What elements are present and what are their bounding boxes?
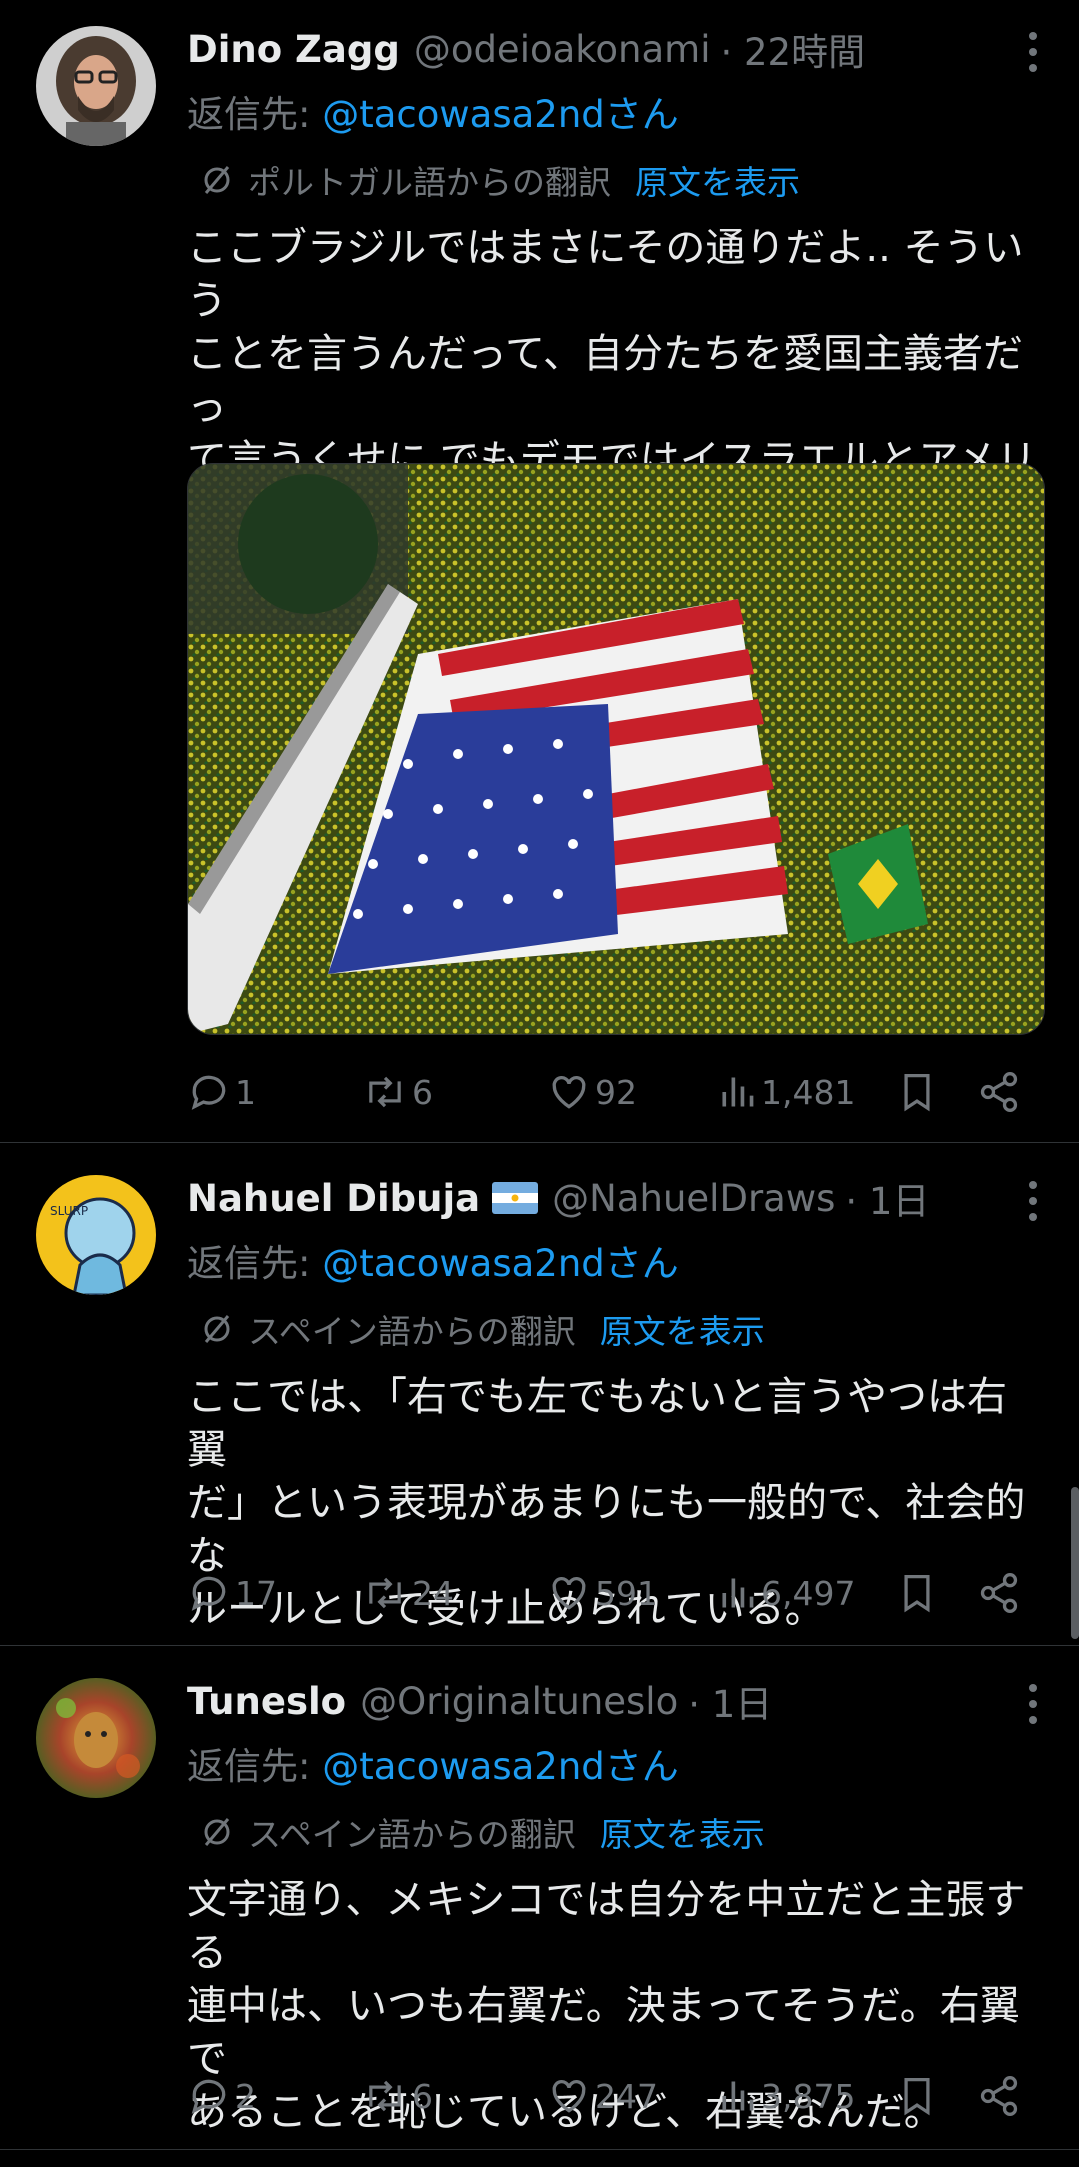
share-icon <box>980 2076 1018 2116</box>
repost-count: 24 <box>412 1573 454 1613</box>
translation-bar: スペイン語からの翻訳 原文を表示 <box>200 1305 765 1353</box>
share-button[interactable] <box>977 1067 1025 1117</box>
display-name[interactable]: Dino Zagg <box>187 28 400 71</box>
views-icon <box>722 2081 754 2111</box>
timestamp[interactable]: · 1日 <box>845 1171 929 1225</box>
bookmark-icon <box>904 2078 930 2116</box>
show-original-link[interactable]: 原文を表示 <box>600 1808 765 1856</box>
more-icon[interactable] <box>1029 1684 1041 1724</box>
tweet-header: Tuneslo @Originaltuneslo · 1日 <box>187 1674 772 1728</box>
show-original-link[interactable]: 原文を表示 <box>600 1305 765 1353</box>
translate-icon <box>204 1315 230 1343</box>
svg-text:SLURP: SLURP <box>50 1204 88 1218</box>
reply-button[interactable]: 2 <box>187 2071 256 2121</box>
translation-bar: ポルトガル語からの翻訳 原文を表示 <box>200 156 800 204</box>
translate-icon <box>204 166 230 194</box>
reply-to-link[interactable]: @tacowasa2ndさん <box>322 93 679 136</box>
reply-icon <box>191 2079 226 2114</box>
views-button[interactable]: 3,875 <box>717 2071 855 2121</box>
tweet-header: Nahuel Dibuja @NahuelDraws · 1日 <box>187 1171 929 1225</box>
tweet-1[interactable]: Dino Zagg @odeioakonami · 22時間 返信先: @tac… <box>0 0 1079 1143</box>
timestamp[interactable]: · 22時間 <box>720 22 865 76</box>
views-button[interactable]: 6,497 <box>717 1568 855 1618</box>
reply-count: 2 <box>235 2076 256 2116</box>
like-button[interactable]: 591 <box>547 1568 658 1618</box>
translation-bar: スペイン語からの翻訳 原文を表示 <box>200 1808 765 1856</box>
reply-prefix: 返信先: <box>187 1745 323 1788</box>
reply-button[interactable]: 17 <box>187 1568 277 1618</box>
reply-context: 返信先: @tacowasa2ndさん <box>187 84 679 138</box>
reply-button[interactable]: 1 <box>187 1067 256 1117</box>
display-name[interactable]: Nahuel Dibuja <box>187 1177 480 1220</box>
bookmark-icon <box>904 1074 930 1112</box>
bookmark-button[interactable] <box>897 1067 941 1117</box>
like-icon <box>552 1577 586 1610</box>
avatar[interactable] <box>36 26 156 146</box>
like-button[interactable]: 247 <box>547 2071 658 2121</box>
show-original-link[interactable]: 原文を表示 <box>635 156 800 204</box>
share-icon <box>980 1573 1018 1613</box>
like-count: 92 <box>595 1072 637 1112</box>
views-count: 1,481 <box>761 1072 856 1112</box>
action-bar: 17 24 591 6,497 <box>187 1568 1037 1618</box>
tweet-header: Dino Zagg @odeioakonami · 22時間 <box>187 22 865 76</box>
like-count: 247 <box>595 2076 658 2116</box>
action-bar: 2 6 247 3,875 <box>187 2071 1037 2121</box>
translation-label: スペイン語からの翻訳 <box>248 1815 576 1854</box>
timestamp[interactable]: · 1日 <box>688 1674 772 1728</box>
reply-context: 返信先: @tacowasa2ndさん <box>187 1233 679 1287</box>
views-icon <box>722 1578 754 1608</box>
like-icon <box>552 1076 586 1109</box>
reply-to-link[interactable]: @tacowasa2ndさん <box>322 1242 679 1285</box>
bookmark-button[interactable] <box>897 1568 941 1618</box>
avatar[interactable] <box>36 1678 156 1798</box>
share-button[interactable] <box>977 2071 1025 2121</box>
share-button[interactable] <box>977 1568 1025 1618</box>
repost-icon <box>369 1577 401 1609</box>
reply-prefix: 返信先: <box>187 1242 323 1285</box>
repost-button[interactable]: 6 <box>362 1067 433 1117</box>
like-button[interactable]: 92 <box>547 1067 637 1117</box>
repost-count: 6 <box>412 1072 433 1112</box>
bookmark-button[interactable] <box>897 2071 941 2121</box>
handle[interactable]: @odeioakonami <box>414 28 711 71</box>
share-icon <box>980 1072 1018 1112</box>
action-bar: 1 6 92 1,481 <box>187 1067 1037 1117</box>
views-icon <box>722 1077 754 1107</box>
bookmark-icon <box>904 1575 930 1613</box>
more-icon[interactable] <box>1029 32 1041 72</box>
reply-icon <box>191 1576 226 1611</box>
reply-prefix: 返信先: <box>187 93 323 136</box>
scrollbar[interactable] <box>1071 1487 1079 1639</box>
repost-button[interactable]: 6 <box>362 2071 433 2121</box>
repost-button[interactable]: 24 <box>362 1568 454 1618</box>
repost-icon <box>369 1076 401 1108</box>
translation-label: ポルトガル語からの翻訳 <box>248 163 611 202</box>
avatar[interactable]: SLURP <box>36 1175 156 1295</box>
repost-count: 6 <box>412 2076 433 2116</box>
repost-icon <box>369 2080 401 2112</box>
reply-count: 17 <box>235 1573 277 1613</box>
like-icon <box>552 2080 586 2113</box>
tweet-2[interactable]: SLURP Nahuel Dibuja @NahuelDraws · 1日 返信… <box>0 1143 1079 1646</box>
display-name[interactable]: Tuneslo <box>187 1680 346 1723</box>
reply-icon <box>191 1075 226 1110</box>
reply-to-link[interactable]: @tacowasa2ndさん <box>322 1745 679 1788</box>
reply-count: 1 <box>235 1072 256 1112</box>
handle[interactable]: @Originaltuneslo <box>360 1680 678 1723</box>
reply-context: 返信先: @tacowasa2ndさん <box>187 1736 679 1790</box>
views-button[interactable]: 1,481 <box>717 1067 855 1117</box>
translation-label: スペイン語からの翻訳 <box>248 1312 576 1351</box>
handle[interactable]: @NahuelDraws <box>552 1177 835 1220</box>
translate-icon <box>204 1818 230 1846</box>
like-count: 591 <box>595 1573 658 1613</box>
views-count: 3,875 <box>761 2076 856 2116</box>
argentina-flag-icon <box>492 1182 539 1214</box>
tweet-3[interactable]: Tuneslo @Originaltuneslo · 1日 返信先: @taco… <box>0 1646 1079 2150</box>
more-icon[interactable] <box>1029 1181 1041 1221</box>
views-count: 6,497 <box>761 1573 856 1613</box>
protest-photo[interactable] <box>187 463 1045 1035</box>
